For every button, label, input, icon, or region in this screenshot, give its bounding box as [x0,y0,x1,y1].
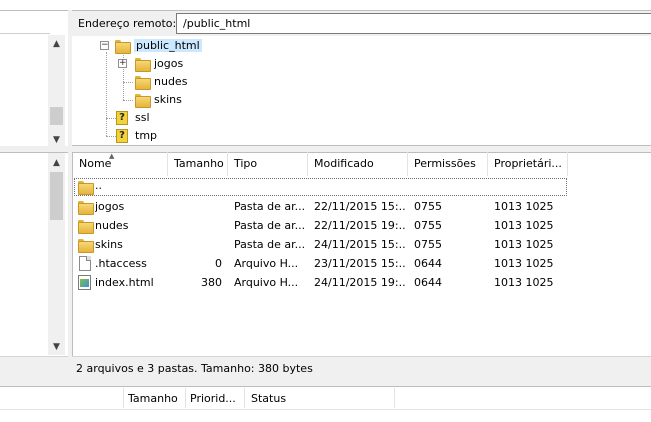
column-header-owner[interactable]: Proprietári... [488,152,568,176]
file-owner: 1013 1025 [494,276,554,289]
file-size: 0 [215,257,222,270]
file-permissions: 0755 [414,200,442,213]
file-modified: 22/11/2015 15:... [314,200,406,213]
html-file-icon [78,275,91,290]
local-file-scroll-thumb[interactable] [50,172,63,220]
queue-column-header-priority[interactable]: Priorid... [190,392,236,405]
file-size [168,218,222,234]
local-tree-pane[interactable]: ▲ ▼ [0,10,68,147]
scroll-down-arrow-icon[interactable]: ▼ [48,342,65,352]
file-owner: 1013 1025 [494,219,554,232]
queue-column-header-status[interactable]: Status [251,392,286,405]
local-tree-topline [0,33,50,34]
scroll-up-arrow-icon[interactable]: ▲ [48,158,65,168]
file-type: Pasta de ar... [234,219,304,232]
file-permissions: 0755 [414,219,442,232]
column-header-permissions[interactable]: Permissões [408,152,488,176]
remote-tree-scrollbar[interactable] [72,36,73,146]
tree-collapse-toggle[interactable]: − [100,41,109,50]
file-owner: 1013 1025 [494,200,554,213]
file-permissions: 0644 [414,276,442,289]
queue-header-row [0,386,651,410]
file-type: Pasta de ar... [234,200,304,213]
file-size: 380 [201,276,222,289]
file-owner: 1013 1025 [494,257,554,270]
tree-item-ssl[interactable]: ssl [135,111,150,124]
tree-item-nudes[interactable]: nudes [154,75,187,88]
local-tree-scroll-thumb[interactable] [50,107,63,125]
unknown-folder-icon: ? [116,111,128,125]
remote-address-label: Endereço remoto: [78,17,177,30]
tree-guide-line [123,100,133,101]
tree-item-tmp[interactable]: tmp [135,129,157,142]
folder-icon [135,94,151,108]
file-name: skins [95,238,123,251]
remote-status-text: 2 arquivos e 3 pastas. Tamanho: 380 byte… [76,362,313,375]
file-type: Arquivo H... [234,276,299,289]
folder-icon [78,181,94,195]
tree-item-skins[interactable]: skins [154,93,182,106]
folder-icon [78,201,94,215]
queue-column-divider [123,388,124,408]
folder-icon [135,58,151,72]
file-name: .. [95,179,102,192]
column-header-name[interactable]: Nome [73,152,168,176]
file-modified: 22/11/2015 19:... [314,219,406,232]
column-header-size[interactable]: Tamanho [168,152,228,176]
column-header-modified[interactable]: Modificado [308,152,408,176]
queue-column-divider [185,388,186,408]
folder-icon [78,239,94,253]
tree-guide-line [106,118,116,119]
file-modified: 23/11/2015 15:... [314,257,406,270]
file-name: jogos [95,200,125,213]
remote-address-input[interactable]: /public_html [176,13,651,34]
column-header-type[interactable]: Tipo [228,152,308,176]
file-icon [79,256,91,271]
folder-icon [135,76,151,90]
file-name: index.html [95,276,154,289]
folder-icon [78,220,94,234]
tree-guide-line [106,136,116,137]
folder-icon [115,40,131,54]
queue-column-divider [244,388,245,408]
tree-item-jogos[interactable]: jogos [154,57,183,70]
file-modified: 24/11/2015 15:... [314,238,406,251]
scroll-up-arrow-icon[interactable]: ▲ [48,39,65,49]
file-type: Pasta de ar... [234,238,304,251]
file-permissions: 0644 [414,257,442,270]
file-owner: 1013 1025 [494,238,554,251]
queue-column-header-size[interactable]: Tamanho [128,392,178,405]
file-name: .htaccess [95,257,147,270]
tree-expand-toggle[interactable]: + [118,59,127,68]
queue-column-divider [394,388,395,408]
tree-guide-line [123,82,133,83]
remote-address-value: /public_html [183,17,251,30]
file-name: nudes [95,219,129,232]
file-type: Arquivo H... [234,257,299,270]
scroll-down-arrow-icon[interactable]: ▼ [48,135,65,145]
file-modified: 24/11/2015 19:... [314,276,406,289]
file-permissions: 0755 [414,238,442,251]
tree-guide-line [106,52,107,136]
file-size [168,199,222,215]
tree-item-public-html[interactable]: public_html [134,39,202,52]
unknown-folder-icon: ? [116,129,128,143]
local-status-bar [0,356,68,380]
local-tree-scrollbar[interactable] [48,35,65,147]
file-size [168,237,222,253]
remote-tree-pane[interactable] [72,36,651,146]
